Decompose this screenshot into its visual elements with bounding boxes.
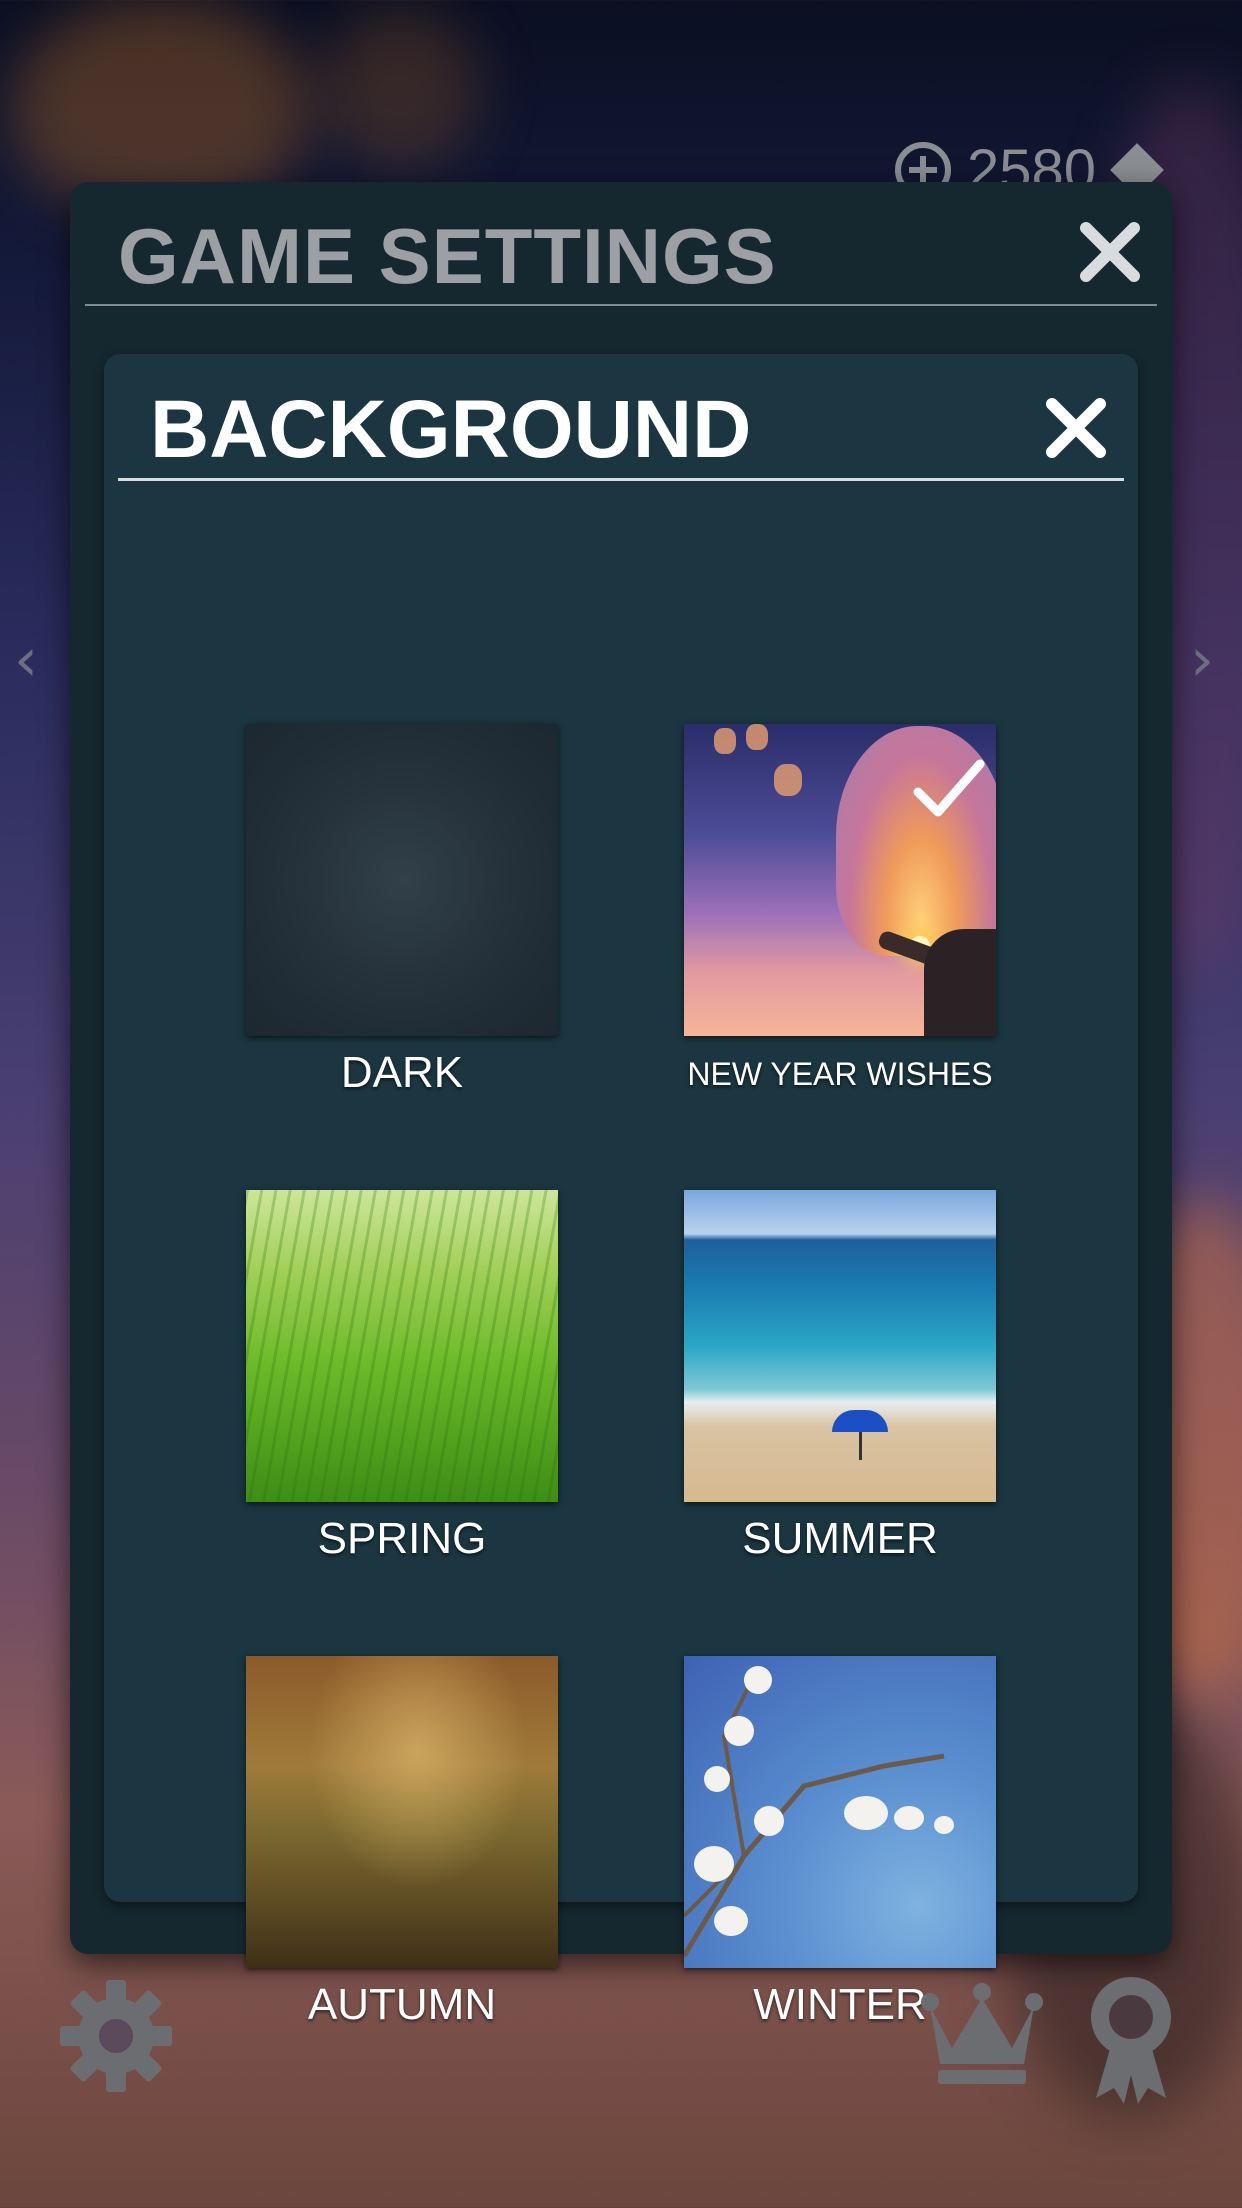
close-icon[interactable]	[1070, 212, 1150, 292]
dark-thumbnail	[246, 724, 558, 1036]
background-option-dark[interactable]: DARK	[246, 724, 558, 1098]
game-settings-title: GAME SETTINGS	[118, 212, 777, 300]
background-title: BACKGROUND	[150, 384, 752, 475]
background-option-autumn[interactable]: AUTUMN	[246, 1656, 558, 2030]
chevron-right-icon[interactable]: ›	[1190, 630, 1230, 690]
option-label: NEW YEAR WISHES	[687, 1056, 993, 1092]
chevron-left-icon[interactable]: ‹	[14, 630, 54, 690]
new-year-wishes-thumbnail	[684, 724, 996, 1036]
option-label: AUTUMN	[307, 1980, 497, 2029]
summer-thumbnail	[684, 1190, 996, 1502]
divider	[85, 304, 1157, 306]
gear-icon[interactable]	[56, 1976, 176, 2096]
close-icon[interactable]	[1036, 388, 1116, 468]
option-label: SUMMER	[742, 1514, 938, 1563]
background-dialog: BACKGROUND DARK NEW YEAR WISHES SPRING S…	[104, 354, 1138, 2029]
game-settings-dialog: GAME SETTINGS BACKGROUND DARK NEW YEAR W…	[70, 182, 1172, 2029]
background-option-new-year-wishes[interactable]: NEW YEAR WISHES	[684, 724, 996, 1093]
background-option-spring[interactable]: SPRING	[246, 1190, 558, 1564]
crown-icon[interactable]	[918, 1976, 1046, 2086]
winter-thumbnail	[684, 1656, 996, 1968]
divider	[118, 478, 1124, 481]
checkmark-icon	[913, 759, 985, 817]
background-option-winter[interactable]: WINTER	[684, 1656, 996, 2030]
option-label: DARK	[340, 1048, 464, 1097]
background-option-summer[interactable]: SUMMER	[684, 1190, 996, 1564]
award-icon[interactable]	[1086, 1972, 1176, 2106]
autumn-thumbnail	[246, 1656, 558, 1968]
spring-thumbnail	[246, 1190, 558, 1502]
option-label: SPRING	[317, 1514, 487, 1563]
background-lantern-blur	[320, 10, 480, 170]
